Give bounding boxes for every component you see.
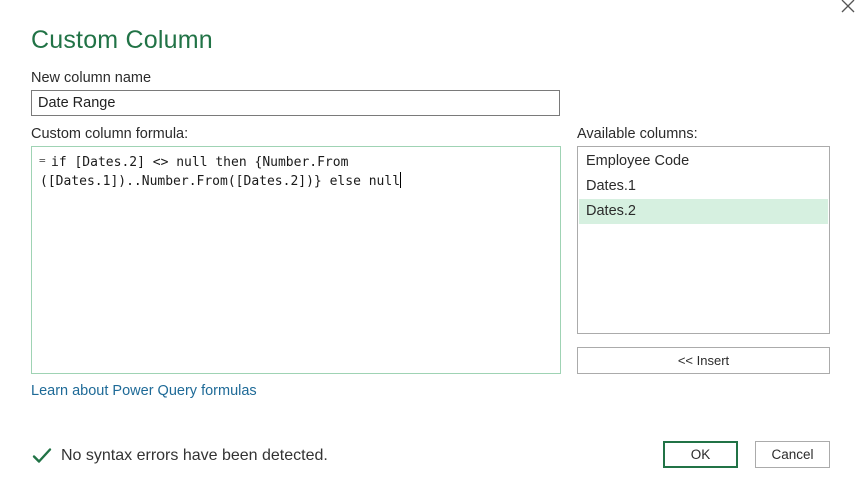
dialog-title: Custom Column	[31, 26, 213, 54]
column-item-employee-code[interactable]: Employee Code	[579, 149, 828, 174]
close-button[interactable]	[836, 0, 860, 18]
formula-line-2: ([Dates.1])..Number.From([Dates.2])} els…	[40, 174, 401, 189]
syntax-status-text: No syntax errors have been detected.	[61, 447, 328, 464]
formula-line-1: if [Dates.2] <> null then {Number.From	[51, 155, 349, 170]
custom-column-dialog: Custom Column New column name Custom col…	[0, 0, 866, 495]
ok-button[interactable]: OK	[663, 441, 738, 468]
formula-text[interactable]: if [Dates.2] <> null then {Number.From (…	[40, 153, 555, 191]
new-column-name-label: New column name	[31, 70, 152, 86]
text-caret	[400, 172, 402, 188]
syntax-status: No syntax errors have been detected.	[32, 445, 328, 467]
new-column-name-input[interactable]	[31, 90, 560, 116]
available-columns-list[interactable]: Employee Code Dates.1 Dates.2	[577, 146, 830, 334]
close-icon	[841, 0, 855, 13]
column-item-dates-1[interactable]: Dates.1	[579, 174, 828, 199]
column-item-dates-2[interactable]: Dates.2	[579, 199, 828, 224]
custom-formula-editor[interactable]: = if [Dates.2] <> null then {Number.From…	[31, 146, 561, 374]
learn-power-query-link[interactable]: Learn about Power Query formulas	[31, 383, 257, 399]
cancel-button[interactable]: Cancel	[755, 441, 830, 468]
insert-button[interactable]: << Insert	[577, 347, 830, 374]
check-icon	[32, 448, 52, 463]
custom-formula-label: Custom column formula:	[31, 126, 189, 142]
available-columns-label: Available columns:	[577, 126, 698, 142]
